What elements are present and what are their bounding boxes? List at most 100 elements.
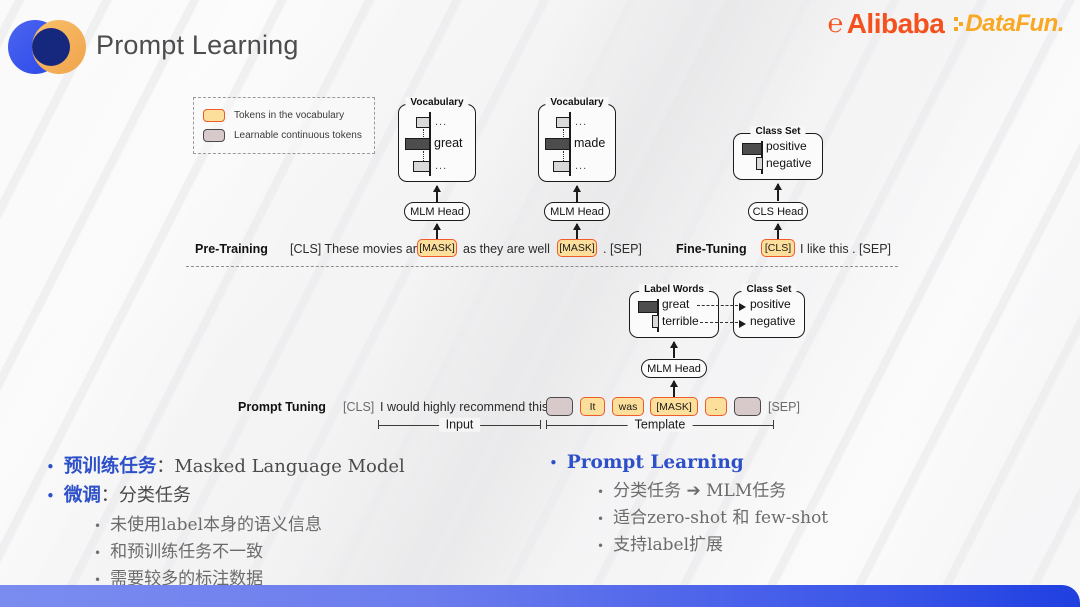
datafun-wordmark: DataFun.	[965, 10, 1064, 37]
token-mask-3[interactable]: [MASK]	[650, 397, 698, 416]
bullet-dot-icon: •	[549, 454, 558, 472]
vocabulary-box-made: Vocabulary ... made ...	[538, 97, 616, 182]
mlm-head-3: MLM Head	[641, 359, 707, 378]
arrow-to-label-words	[673, 342, 675, 358]
token-mask-1[interactable]: [MASK]	[417, 239, 457, 257]
vocabulary-box-title: Vocabulary	[405, 97, 469, 108]
arrow-to-class-set-top	[777, 184, 779, 201]
class-set-box-bottom: Class Set positive negative	[733, 284, 805, 338]
vocab-bar-small-bottom	[553, 161, 570, 172]
bullet-dot-icon: •	[46, 487, 55, 505]
prompt-tuning-sentence: I would highly recommend this .	[380, 400, 556, 414]
bullet-list-right: • Prompt Learning • 分类任务 ➔ MLM任务 • 适合zer…	[549, 452, 1019, 555]
token-mask-2[interactable]: [MASK]	[557, 239, 597, 257]
bullet-head: 微调	[63, 485, 101, 506]
class-set-title: Class Set	[741, 284, 797, 295]
vocabulary-box-great: Vocabulary ... great ...	[398, 97, 476, 182]
bullet-rest: ：分类任务	[100, 485, 191, 506]
arrow-to-vocabulary-2	[576, 186, 578, 202]
finetuning-text: I like this . [SEP]	[800, 242, 892, 256]
bullet-subitem: • 适合zero-shot 和 few-shot	[597, 503, 1019, 528]
bullet-head: Prompt Learning	[566, 452, 744, 473]
mapping-arrowhead-positive-icon	[739, 303, 746, 311]
token-cls[interactable]: [CLS]	[761, 239, 795, 257]
legend-label: Learnable continuous tokens	[234, 130, 362, 142]
vocab-bar-small-bottom	[413, 161, 430, 172]
bullet-subitem: • 分类任务 ➔ MLM任务	[597, 476, 1019, 501]
class-label-positive: positive	[750, 297, 791, 311]
class-bar-negative	[756, 157, 763, 170]
alibaba-wordmark: Alibaba	[846, 8, 945, 39]
row-label-prompt-tuning: Prompt Tuning	[238, 400, 326, 414]
label-word-great: great	[662, 297, 690, 311]
datafun-logo: DataFun.	[954, 10, 1064, 38]
mapping-arrowhead-negative-icon	[739, 320, 746, 328]
vocab-row-label-great: great	[434, 136, 463, 150]
mapping-line-great-positive	[697, 305, 738, 306]
bullet-list-left: • 预训练任务：Masked Language Model • 微调：分类任务 …	[46, 452, 546, 589]
class-set-title: Class Set	[750, 126, 806, 137]
bullet-head: 预训练任务	[63, 456, 157, 477]
vocab-row-ellipsis-top: ...	[575, 116, 588, 128]
alibaba-glyph-icon: ℮	[827, 9, 844, 39]
logo-circle-overlap	[32, 28, 70, 66]
bullet-dot-icon: •	[46, 458, 55, 476]
bullet-sub-text: 适合zero-shot 和 few-shot	[613, 508, 829, 528]
mlm-head-2: MLM Head	[544, 202, 610, 221]
legend-item-continuous-tokens: Learnable continuous tokens	[203, 129, 365, 143]
vocab-row-label-made: made	[574, 136, 606, 150]
bullet-subitem: • 支持label扩展	[597, 530, 1019, 555]
bullet-subitem: • 和预训练任务不一致	[94, 537, 546, 562]
legend-swatch-continuous-icon	[203, 129, 225, 143]
token-was[interactable]: was	[612, 397, 644, 416]
prompt-tuning-cls-text: [CLS]	[343, 400, 375, 414]
label-bar-terrible	[652, 315, 659, 328]
mlm-head-1: MLM Head	[404, 202, 470, 221]
vocab-bar-highlight	[405, 138, 430, 150]
bullet-rest: ：Masked Language Model	[156, 456, 405, 477]
class-label-positive: positive	[766, 139, 807, 153]
row-label-pre-training: Pre-Training	[195, 242, 268, 256]
bullet-sub-text: 分类任务 ➔ MLM任务	[613, 481, 787, 501]
bullet-dot-icon: •	[597, 512, 605, 526]
token-period[interactable]: .	[705, 397, 727, 416]
vocab-vertical-dots-bottom	[563, 151, 564, 161]
label-words-box: Label Words great terrible	[629, 284, 719, 338]
pretraining-middle-text: as they are well	[463, 242, 550, 256]
pretraining-prefix-text: [CLS] These movies are	[290, 242, 424, 256]
two-overlapping-circles-logo	[8, 18, 86, 76]
label-words-title: Label Words	[639, 284, 709, 295]
bullet-sub-text: 支持label扩展	[613, 535, 724, 555]
bullet-dot-icon: •	[94, 519, 102, 533]
mapping-line-terrible-negative	[700, 322, 738, 323]
datafun-dots-icon	[954, 17, 964, 31]
brand-logos: ℮ Alibaba DataFun.	[828, 8, 1065, 40]
row-label-fine-tuning: Fine-Tuning	[676, 242, 747, 256]
token-it[interactable]: It	[580, 397, 605, 416]
token-continuous-2[interactable]	[734, 397, 761, 416]
cls-head: CLS Head	[748, 202, 808, 221]
bullet-sub-text: 和预训练任务不一致	[110, 542, 264, 562]
arrow-mask-to-mlm-head-3	[673, 381, 675, 398]
class-bar-positive	[742, 143, 762, 155]
token-continuous-1[interactable]	[546, 397, 573, 416]
label-word-terrible: terrible	[662, 314, 699, 328]
bullet-dot-icon: •	[94, 546, 102, 560]
vocab-row-ellipsis-bottom: ...	[435, 160, 448, 172]
alibaba-logo: ℮ Alibaba	[828, 8, 945, 40]
vocab-row-ellipsis-bottom: ...	[575, 160, 588, 172]
class-label-negative: negative	[766, 156, 812, 170]
vocab-bar-small-top	[556, 117, 570, 128]
legend-box: Tokens in the vocabulary Learnable conti…	[193, 97, 375, 154]
bullet-item: • Prompt Learning	[549, 452, 1019, 473]
bullet-item: • 预训练任务：Masked Language Model	[46, 452, 546, 478]
bullet-sub-text: 未使用label本身的语义信息	[110, 515, 323, 535]
vocab-bar-highlight	[545, 138, 570, 150]
page-title: Prompt Learning	[96, 30, 299, 60]
bracket-input-label: Input	[438, 417, 481, 432]
label-bar-great	[638, 301, 658, 313]
slide-canvas: Prompt Learning ℮ Alibaba DataFun. Token…	[0, 0, 1080, 607]
bullet-dot-icon: •	[597, 539, 605, 553]
arrow-to-vocabulary-1	[436, 186, 438, 202]
pretraining-suffix-text: . [SEP]	[603, 242, 642, 256]
